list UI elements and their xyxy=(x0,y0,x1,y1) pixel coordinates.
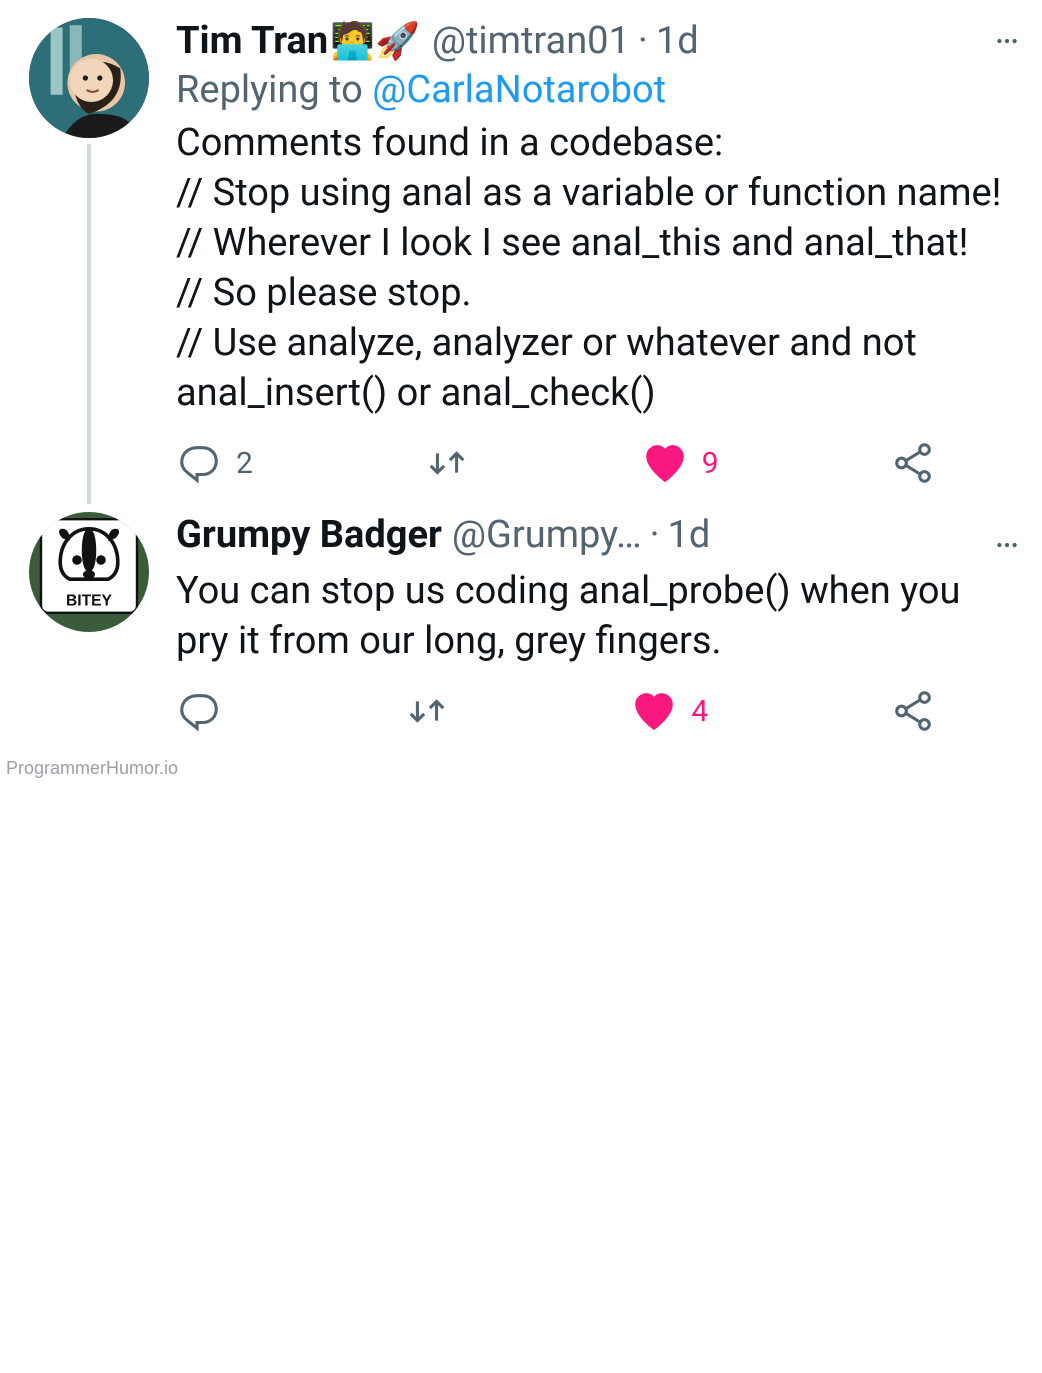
name-emoji: 🧑‍💻🚀 xyxy=(330,19,420,64)
reply-button[interactable] xyxy=(176,688,222,734)
heart-icon xyxy=(631,688,677,734)
reply-button[interactable]: 2 xyxy=(176,440,253,486)
thread-line xyxy=(87,144,91,504)
timestamp[interactable]: 1d xyxy=(668,512,711,560)
tweet-header: Tim Tran 🧑‍💻🚀 @timtran01 · 1d xyxy=(176,18,1008,66)
share-icon xyxy=(890,440,936,486)
like-count: 9 xyxy=(702,446,719,481)
watermark: ProgrammerHumor.io xyxy=(0,752,1042,783)
separator-dot: · xyxy=(650,512,660,560)
tweet-actions: 2 9 xyxy=(176,440,936,486)
more-options-button[interactable] xyxy=(994,532,1020,562)
more-icon xyxy=(994,28,1020,54)
avatar-column xyxy=(24,18,154,504)
share-button[interactable] xyxy=(890,440,936,486)
like-count: 4 xyxy=(691,694,708,729)
tweet-header: Grumpy Badger @Grumpy… · 1d xyxy=(176,512,1008,560)
reply-count: 2 xyxy=(236,446,253,481)
user-handle[interactable]: @Grumpy… xyxy=(452,512,642,560)
like-button[interactable]: 9 xyxy=(642,440,719,486)
tweet[interactable]: BITEY Grumpy Badger @Grumpy… · 1d You ca… xyxy=(0,504,1042,752)
tweet-text: You can stop us coding anal_probe() when… xyxy=(176,566,1008,666)
svg-text:BITEY: BITEY xyxy=(66,593,113,610)
tweet-content: Tim Tran 🧑‍💻🚀 @timtran01 · 1d Replying t… xyxy=(154,18,1018,504)
tweet-content: Grumpy Badger @Grumpy… · 1d You can stop… xyxy=(154,512,1018,752)
avatar[interactable] xyxy=(29,18,149,138)
reply-icon xyxy=(176,440,222,486)
reply-icon xyxy=(176,688,222,734)
tweet-text: Comments found in a codebase: // Stop us… xyxy=(176,118,1008,419)
user-handle[interactable]: @timtran01 xyxy=(432,18,630,66)
tweet-actions: 4 xyxy=(176,688,936,734)
share-icon xyxy=(890,688,936,734)
heart-icon xyxy=(642,440,688,486)
retweet-icon xyxy=(404,688,450,734)
retweet-icon xyxy=(424,440,470,486)
avatar-image: BITEY xyxy=(29,512,149,632)
timestamp[interactable]: 1d xyxy=(656,18,699,66)
more-icon xyxy=(994,532,1020,558)
display-name[interactable]: Grumpy Badger xyxy=(176,512,442,560)
display-name[interactable]: Tim Tran xyxy=(176,18,328,66)
replying-prefix: Replying to xyxy=(176,68,372,112)
retweet-button[interactable] xyxy=(424,440,470,486)
like-button[interactable]: 4 xyxy=(631,688,708,734)
tweet[interactable]: Tim Tran 🧑‍💻🚀 @timtran01 · 1d Replying t… xyxy=(0,0,1042,504)
more-options-button[interactable] xyxy=(994,28,1020,58)
replying-to-mention[interactable]: @CarlaNotarobot xyxy=(372,68,666,112)
avatar-column: BITEY xyxy=(24,512,154,752)
separator-dot: · xyxy=(638,18,648,66)
avatar[interactable]: BITEY xyxy=(29,512,149,632)
avatar-image xyxy=(29,18,149,138)
share-button[interactable] xyxy=(890,688,936,734)
replying-to-line: Replying to @CarlaNotarobot xyxy=(176,68,1008,112)
retweet-button[interactable] xyxy=(404,688,450,734)
